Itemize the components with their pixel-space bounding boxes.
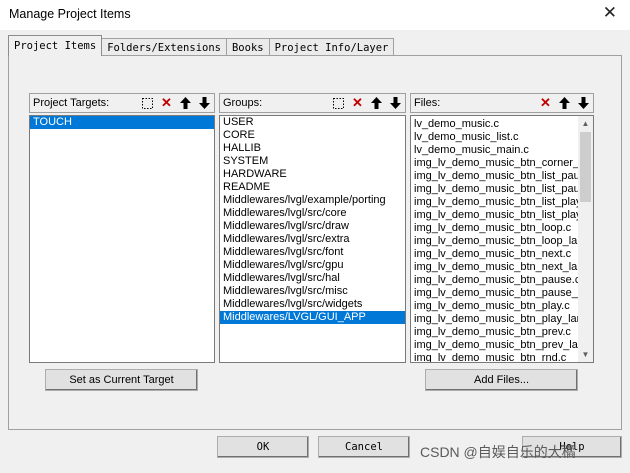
files-header: Files: ✕: [410, 93, 594, 113]
list-item-file[interactable]: img_lv_demo_music_btn_corner_la: [411, 157, 578, 170]
list-item-file[interactable]: img_lv_demo_music_btn_prev_larg: [411, 339, 578, 352]
list-item-group[interactable]: Middlewares/lvgl/src/draw: [220, 220, 405, 233]
arrow-down-icon[interactable]: [574, 95, 593, 112]
window-titlebar: Manage Project Items ✕: [0, 0, 630, 30]
ok-button[interactable]: OK: [217, 436, 309, 458]
watermark: CSDN @自娱自乐的大橘: [420, 444, 576, 460]
files-label: Files:: [414, 97, 441, 109]
list-item-file[interactable]: lv_demo_music.c: [411, 118, 578, 131]
scroll-thumb[interactable]: [580, 132, 591, 202]
groups-list[interactable]: USER CORE HALLIB SYSTEM HARDWARE README …: [219, 115, 406, 363]
list-item-group[interactable]: Middlewares/lvgl/src/extra: [220, 233, 405, 246]
tab-folders-extensions[interactable]: Folders/Extensions: [101, 38, 227, 56]
delete-group-icon[interactable]: ✕: [348, 95, 367, 112]
project-targets-label: Project Targets:: [33, 97, 110, 109]
arrow-up-icon[interactable]: [176, 95, 195, 112]
files-scrollbar[interactable]: ▲ ▼: [578, 116, 593, 362]
new-group-icon[interactable]: [329, 95, 348, 112]
delete-file-icon[interactable]: ✕: [536, 95, 555, 112]
list-item-file[interactable]: img_lv_demo_music_btn_pause_la: [411, 287, 578, 300]
list-item-file[interactable]: img_lv_demo_music_btn_list_paus: [411, 170, 578, 183]
list-item-file[interactable]: img_lv_demo_music_btn_loop.c: [411, 222, 578, 235]
list-item-file[interactable]: img_lv_demo_music_btn_loop_larg: [411, 235, 578, 248]
close-icon[interactable]: ✕: [603, 4, 617, 22]
cancel-button[interactable]: Cancel: [318, 436, 410, 458]
files-list-viewport: lv_demo_music.c lv_demo_music_list.c lv_…: [411, 118, 578, 362]
list-item-file[interactable]: img_lv_demo_music_btn_play.c: [411, 300, 578, 313]
list-item-group[interactable]: CORE: [220, 129, 405, 142]
tab-books[interactable]: Books: [225, 38, 270, 56]
list-item-group[interactable]: Middlewares/lvgl/example/porting: [220, 194, 405, 207]
tab-strip: Project Items Folders/Extensions Books P…: [8, 35, 395, 56]
list-item-group[interactable]: Middlewares/lvgl/src/font: [220, 246, 405, 259]
list-item-file[interactable]: img_lv_demo_music_btn_list_play_: [411, 209, 578, 222]
project-targets-list[interactable]: TOUCH: [29, 115, 215, 363]
list-item-target[interactable]: TOUCH: [30, 116, 214, 129]
tab-project-items[interactable]: Project Items: [8, 35, 103, 56]
list-item-file[interactable]: lv_demo_music_main.c: [411, 144, 578, 157]
list-item-file[interactable]: img_lv_demo_music_btn_list_play.c: [411, 196, 578, 209]
list-item-group[interactable]: README: [220, 181, 405, 194]
tab-project-info-layer[interactable]: Project Info/Layer: [268, 38, 395, 56]
list-item-file[interactable]: img_lv_demo_music_btn_rnd.c: [411, 352, 578, 362]
new-item-icon[interactable]: [138, 95, 157, 112]
scroll-up-icon[interactable]: ▲: [578, 116, 593, 131]
set-current-target-button[interactable]: Set as Current Target: [45, 369, 198, 391]
list-item-group[interactable]: USER: [220, 116, 405, 129]
arrow-down-icon[interactable]: [386, 95, 405, 112]
list-item-group[interactable]: Middlewares/lvgl/src/misc: [220, 285, 405, 298]
files-list[interactable]: lv_demo_music.c lv_demo_music_list.c lv_…: [410, 115, 594, 363]
groups-label: Groups:: [223, 97, 263, 109]
project-targets-header: Project Targets: ✕: [29, 93, 215, 113]
add-files-button[interactable]: Add Files...: [425, 369, 578, 391]
list-item-file[interactable]: img_lv_demo_music_btn_prev.c: [411, 326, 578, 339]
list-item-file[interactable]: img_lv_demo_music_btn_next_larg: [411, 261, 578, 274]
groups-header: Groups: ✕: [219, 93, 406, 113]
list-item-file[interactable]: img_lv_demo_music_btn_play_larg: [411, 313, 578, 326]
window-title: Manage Project Items: [9, 7, 131, 21]
delete-x-icon[interactable]: ✕: [157, 95, 176, 112]
list-item-file[interactable]: img_lv_demo_music_btn_pause.c: [411, 274, 578, 287]
list-item-group[interactable]: HARDWARE: [220, 168, 405, 181]
list-item-file[interactable]: lv_demo_music_list.c: [411, 131, 578, 144]
arrow-up-icon[interactable]: [367, 95, 386, 112]
list-item-group[interactable]: SYSTEM: [220, 155, 405, 168]
scroll-down-icon[interactable]: ▼: [578, 347, 593, 362]
list-item-group[interactable]: HALLIB: [220, 142, 405, 155]
list-item-file[interactable]: img_lv_demo_music_btn_list_paus: [411, 183, 578, 196]
list-item-group[interactable]: Middlewares/lvgl/src/widgets: [220, 298, 405, 311]
list-item-group[interactable]: Middlewares/lvgl/src/core: [220, 207, 405, 220]
arrow-down-icon[interactable]: [195, 95, 214, 112]
list-item-file[interactable]: img_lv_demo_music_btn_next.c: [411, 248, 578, 261]
arrow-up-icon[interactable]: [555, 95, 574, 112]
list-item-group[interactable]: Middlewares/lvgl/src/gpu: [220, 259, 405, 272]
list-item-group[interactable]: Middlewares/lvgl/src/hal: [220, 272, 405, 285]
list-item-group-selected[interactable]: Middlewares/LVGL/GUI_APP: [220, 311, 405, 324]
